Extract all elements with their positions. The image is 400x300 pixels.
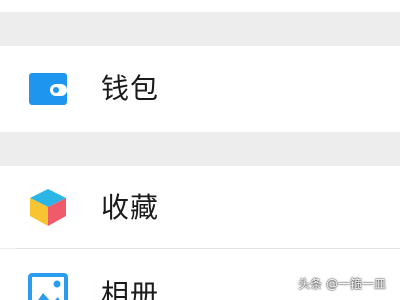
menu-item-label: 钱包	[101, 72, 160, 105]
watermark-text: 头条 @一箍一皿	[298, 277, 386, 291]
menu-item-label: 相册	[101, 278, 160, 300]
settings-menu-screen: 钱包 收藏 相册 头条 @一箍一皿	[0, 0, 400, 300]
section-gap	[0, 12, 400, 46]
menu-item-label: 收藏	[101, 191, 160, 224]
favorites-cube-icon	[28, 187, 68, 227]
menu-item-favorites[interactable]: 收藏	[0, 166, 400, 248]
top-strip	[0, 0, 400, 12]
wallet-icon	[28, 69, 68, 109]
section-gap	[0, 132, 400, 166]
menu-item-wallet[interactable]: 钱包	[0, 46, 400, 132]
photo-album-icon	[28, 273, 68, 300]
